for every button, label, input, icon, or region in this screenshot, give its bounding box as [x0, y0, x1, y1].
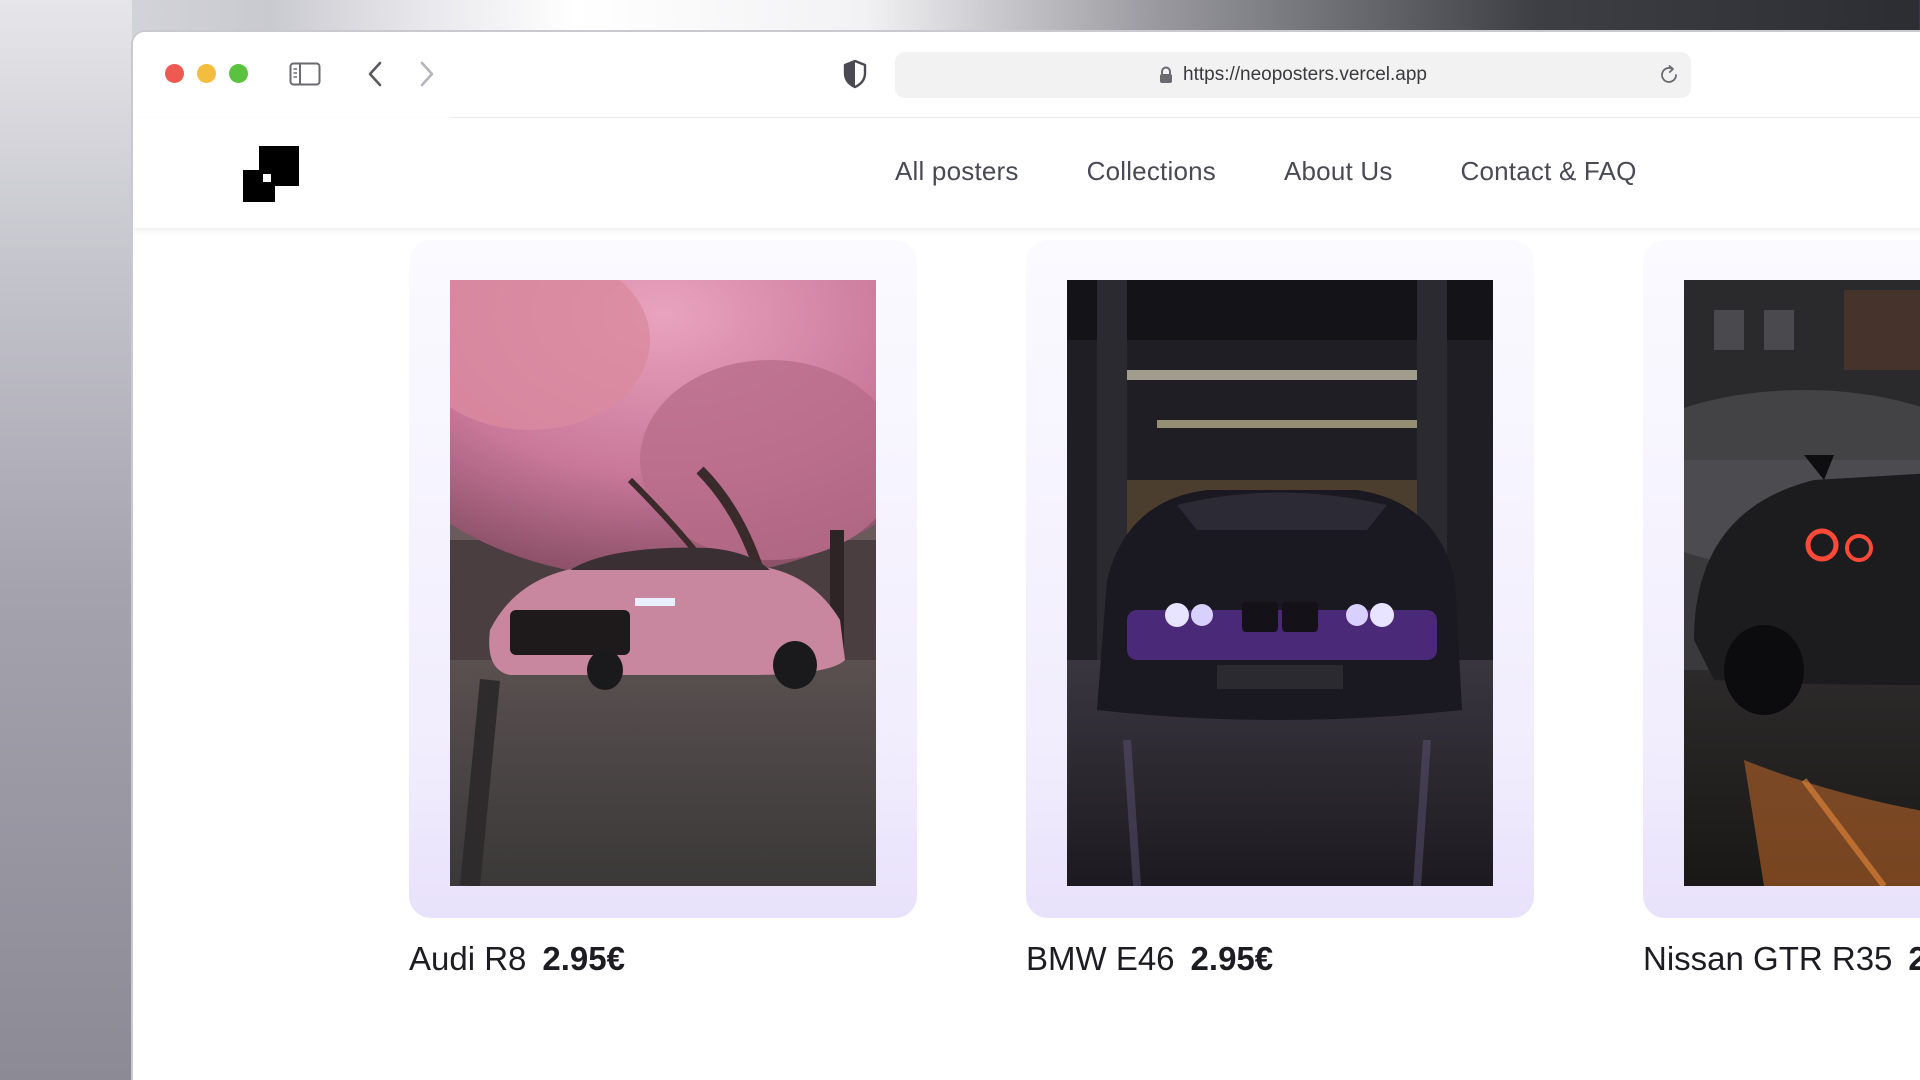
neoposters-logo[interactable] — [243, 146, 299, 202]
address-bar[interactable]: https://neoposters.vercel.app — [895, 52, 1691, 98]
browser-window: https://neoposters.vercel.app All poster… — [131, 30, 1920, 1080]
product-name: Audi R8 — [409, 940, 527, 977]
lock-icon — [1160, 66, 1172, 83]
product-grid: Audi R8 2.95€ BMW E46 2.95€ Nissan GTR R… — [133, 228, 1920, 1080]
nav-contact-faq[interactable]: Contact & FAQ — [1461, 156, 1637, 187]
zoom-dot-icon[interactable] — [229, 64, 248, 83]
nav-about-us[interactable]: About Us — [1284, 156, 1393, 187]
product-card-frame — [1026, 240, 1534, 918]
desktop-background — [0, 0, 132, 1080]
close-dot-icon[interactable] — [165, 64, 184, 83]
product-price: 2.95€ — [1908, 940, 1920, 977]
product-name: Nissan GTR R35 — [1643, 940, 1893, 977]
nav-all-posters[interactable]: All posters — [895, 156, 1019, 187]
poster-image-nissan-gtr-r35[interactable] — [1684, 280, 1920, 886]
url-text: https://neoposters.vercel.app — [1183, 64, 1427, 85]
sidebar-icon[interactable] — [287, 58, 323, 90]
nav-collections[interactable]: Collections — [1087, 156, 1216, 187]
poster-image-audi-r8[interactable] — [450, 280, 876, 886]
product-price: 2.95€ — [542, 940, 625, 977]
product-card-frame — [409, 240, 917, 918]
poster-image-bmw-e46[interactable] — [1067, 280, 1493, 886]
site-header: All posters Collections About Us Contact… — [133, 118, 1920, 228]
product-price: 2.95€ — [1190, 940, 1274, 977]
reload-icon[interactable] — [1657, 63, 1681, 87]
product-card[interactable]: BMW E46 2.95€ — [1026, 240, 1534, 978]
product-name: BMW E46 — [1026, 940, 1175, 977]
product-card-frame — [1643, 240, 1920, 918]
product-caption: Audi R8 2.95€ — [409, 940, 917, 978]
shield-icon[interactable] — [837, 58, 873, 90]
product-caption: BMW E46 2.95€ — [1026, 940, 1534, 978]
minimize-dot-icon[interactable] — [197, 64, 216, 83]
back-chevron-icon[interactable] — [355, 58, 395, 90]
forward-chevron-icon[interactable] — [407, 58, 447, 90]
main-nav: All posters Collections About Us Contact… — [895, 156, 1637, 187]
product-caption: Nissan GTR R35 2.95€ — [1643, 940, 1920, 978]
product-card[interactable]: Nissan GTR R35 2.95€ — [1643, 240, 1920, 978]
browser-toolbar: https://neoposters.vercel.app — [133, 32, 1920, 118]
product-card[interactable]: Audi R8 2.95€ — [409, 240, 917, 978]
